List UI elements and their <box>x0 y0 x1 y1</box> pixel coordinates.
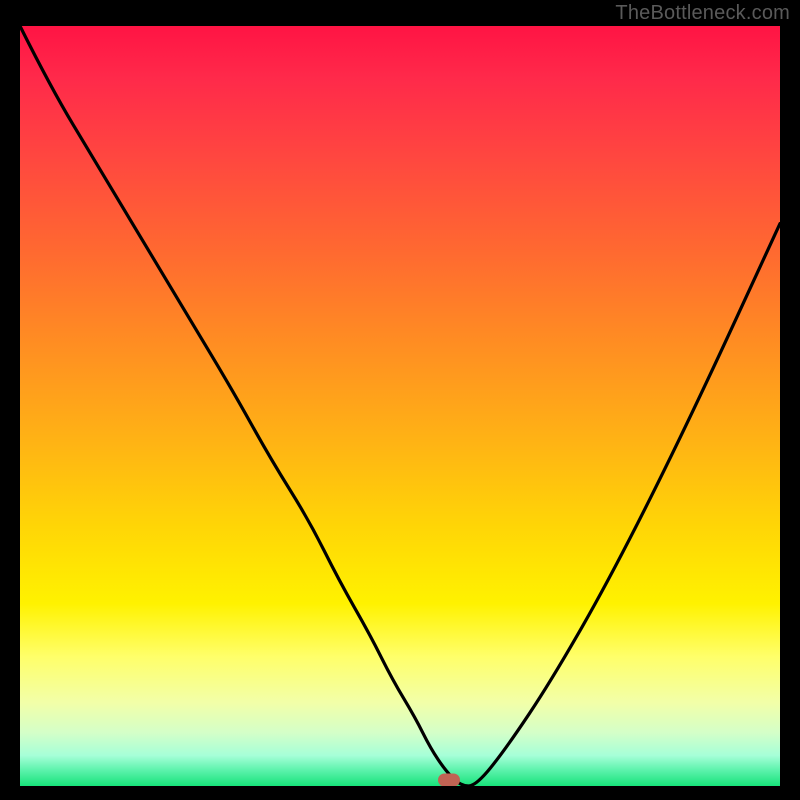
curve-svg <box>20 26 780 786</box>
plot-area <box>20 26 780 786</box>
watermark-text: TheBottleneck.com <box>615 2 790 25</box>
curve-path <box>20 26 780 786</box>
vertex-marker <box>438 774 460 787</box>
chart-stage: TheBottleneck.com <box>0 0 800 800</box>
